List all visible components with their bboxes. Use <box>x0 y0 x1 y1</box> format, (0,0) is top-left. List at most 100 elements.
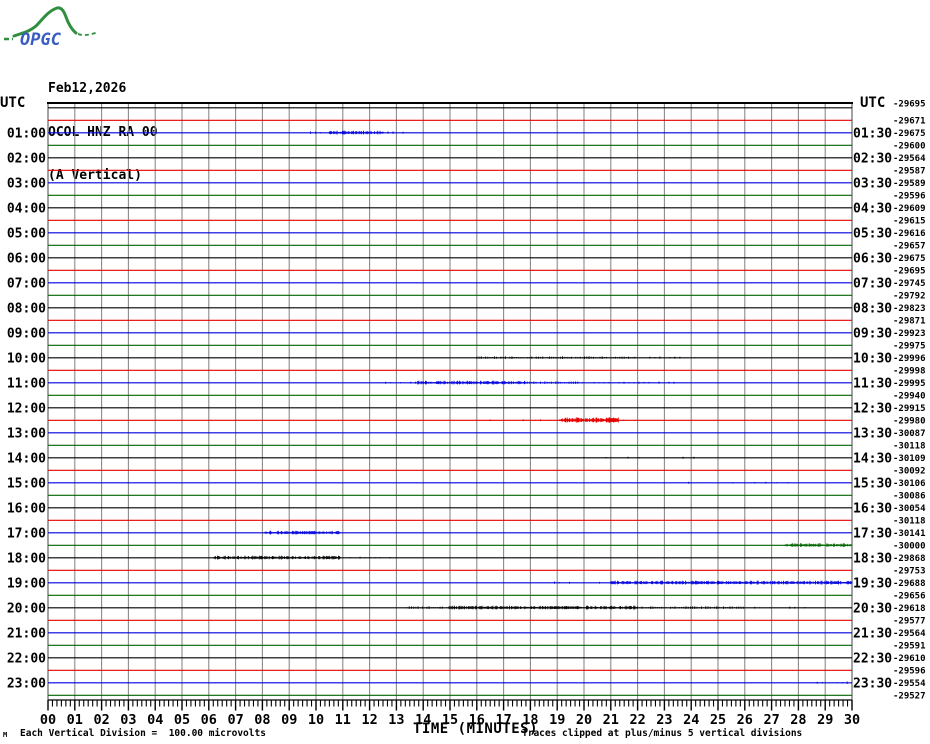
row-mean-value: -30118 <box>893 516 926 526</box>
row-mean-value: -29695 <box>893 266 926 276</box>
left-time-label: 09:00 <box>7 326 46 341</box>
row-mean-value: -29940 <box>893 391 926 401</box>
row-mean-value: -29996 <box>893 354 926 364</box>
left-time-label: 10:00 <box>7 351 46 366</box>
x-axis-tick-label: 30 <box>844 712 860 728</box>
left-time-label: 15:00 <box>7 476 46 491</box>
row-mean-value: -29871 <box>893 316 926 326</box>
x-axis-tick-label: 23 <box>656 712 672 728</box>
row-mean-value: -30141 <box>893 529 926 539</box>
row-mean-value: -30118 <box>893 441 926 451</box>
left-time-label: 20:00 <box>7 601 46 616</box>
x-axis-tick-label: 06 <box>201 712 217 728</box>
right-time-label: 15:30 <box>853 476 892 491</box>
row-mean-value: -29600 <box>893 141 926 151</box>
helicorder-page: OPGC Feb12,2026 OCOL HNZ RA 00 (A Vertic… <box>0 0 930 744</box>
left-time-label: 11:00 <box>7 376 46 391</box>
x-axis-tick-label: 00 <box>40 712 56 728</box>
row-mean-value: -29591 <box>893 641 926 651</box>
row-mean-value: -29657 <box>893 241 926 251</box>
x-axis-tick-label: 29 <box>817 712 833 728</box>
row-mean-value: -29609 <box>893 204 926 214</box>
trace-activity-burst <box>784 543 852 547</box>
row-mean-value: -29980 <box>893 416 926 426</box>
row-mean-value: -29656 <box>893 591 926 601</box>
x-axis-tick-label: 09 <box>281 712 297 728</box>
row-mean-value: -29564 <box>893 629 926 639</box>
row-mean-value: -29527 <box>893 691 926 701</box>
row-mean-value: -29995 <box>893 379 926 389</box>
x-axis-tick-label: 03 <box>120 712 136 728</box>
row-mean-value: -29792 <box>893 291 926 301</box>
left-time-label: 17:00 <box>7 526 46 541</box>
x-axis-tick-label: 19 <box>549 712 565 728</box>
row-mean-value: -29589 <box>893 179 926 189</box>
row-mean-value: -29915 <box>893 404 926 414</box>
x-axis-tick-label: 01 <box>67 712 83 728</box>
row-mean-value: -29753 <box>893 566 926 576</box>
left-time-label: 14:00 <box>7 451 46 466</box>
row-mean-value: -29823 <box>893 304 926 314</box>
row-mean-value: -29587 <box>893 166 926 176</box>
row-mean-value: -30087 <box>893 429 926 439</box>
right-time-label: 04:30 <box>853 201 892 216</box>
row-mean-value: -29745 <box>893 279 926 289</box>
x-axis-tick-label: 08 <box>254 712 270 728</box>
row-mean-value: -29610 <box>893 654 926 664</box>
left-time-label: 07:00 <box>7 276 46 291</box>
x-axis-tick-label: 02 <box>93 712 109 728</box>
right-time-label: 02:30 <box>853 151 892 166</box>
left-time-label: 08:00 <box>7 301 46 316</box>
trace-activity-burst <box>264 530 341 535</box>
right-time-label: 22:30 <box>853 651 892 666</box>
right-time-label: 03:30 <box>853 176 892 191</box>
right-time-label: 18:30 <box>853 551 892 566</box>
x-axis-tick-label: 12 <box>361 712 377 728</box>
row-mean-value: -30109 <box>893 454 926 464</box>
right-time-label: 13:30 <box>853 426 892 441</box>
corner-mark: M <box>3 731 8 739</box>
x-axis-tick-label: 28 <box>790 712 806 728</box>
left-time-label: 19:00 <box>7 576 46 591</box>
row-mean-value: -29616 <box>893 229 926 239</box>
x-axis-tick-label: 07 <box>227 712 243 728</box>
left-time-label: 22:00 <box>7 651 46 666</box>
right-time-label: 12:30 <box>853 401 892 416</box>
right-time-label: 08:30 <box>853 301 892 316</box>
x-axis-tick-label: 25 <box>710 712 726 728</box>
left-time-label: 01:00 <box>7 126 46 141</box>
right-time-label: 09:30 <box>853 326 892 341</box>
row-mean-value: -30092 <box>893 466 926 476</box>
left-time-label: 13:00 <box>7 426 46 441</box>
row-mean-value: -29554 <box>893 679 926 689</box>
right-time-label: 20:30 <box>853 601 892 616</box>
row-mean-value: -30054 <box>893 504 926 514</box>
row-mean-value: -29868 <box>893 554 926 564</box>
x-axis-tick-label: 26 <box>737 712 753 728</box>
right-time-label: 11:30 <box>853 376 892 391</box>
x-axis-tick-label: 13 <box>388 712 404 728</box>
row-mean-value: -29671 <box>893 116 926 126</box>
row-mean-value: -30086 <box>893 491 926 501</box>
right-time-label: 01:30 <box>853 126 892 141</box>
left-time-label: 16:00 <box>7 501 46 516</box>
left-time-label: 05:00 <box>7 226 46 241</box>
left-time-label: 03:00 <box>7 176 46 191</box>
left-time-label: 23:00 <box>7 676 46 691</box>
left-time-label: 06:00 <box>7 251 46 266</box>
x-axis-tick-label: 05 <box>174 712 190 728</box>
row-mean-value: -29564 <box>893 154 926 164</box>
row-mean-value: -29675 <box>893 129 926 139</box>
row-mean-value: -29975 <box>893 341 926 351</box>
x-axis-tick-label: 11 <box>335 712 351 728</box>
right-time-label: 07:30 <box>853 276 892 291</box>
left-time-label: 21:00 <box>7 626 46 641</box>
x-axis-tick-label: 04 <box>147 712 163 728</box>
clipping-note: Traces clipped at plus/minus 5 vertical … <box>522 728 803 739</box>
x-axis-tick-label: 27 <box>763 712 779 728</box>
row-mean-value: -29596 <box>893 191 926 201</box>
x-axis-tick-label: 24 <box>683 712 699 728</box>
row-mean-value: -29675 <box>893 254 926 264</box>
right-time-label: 06:30 <box>853 251 892 266</box>
right-time-label: 10:30 <box>853 351 892 366</box>
